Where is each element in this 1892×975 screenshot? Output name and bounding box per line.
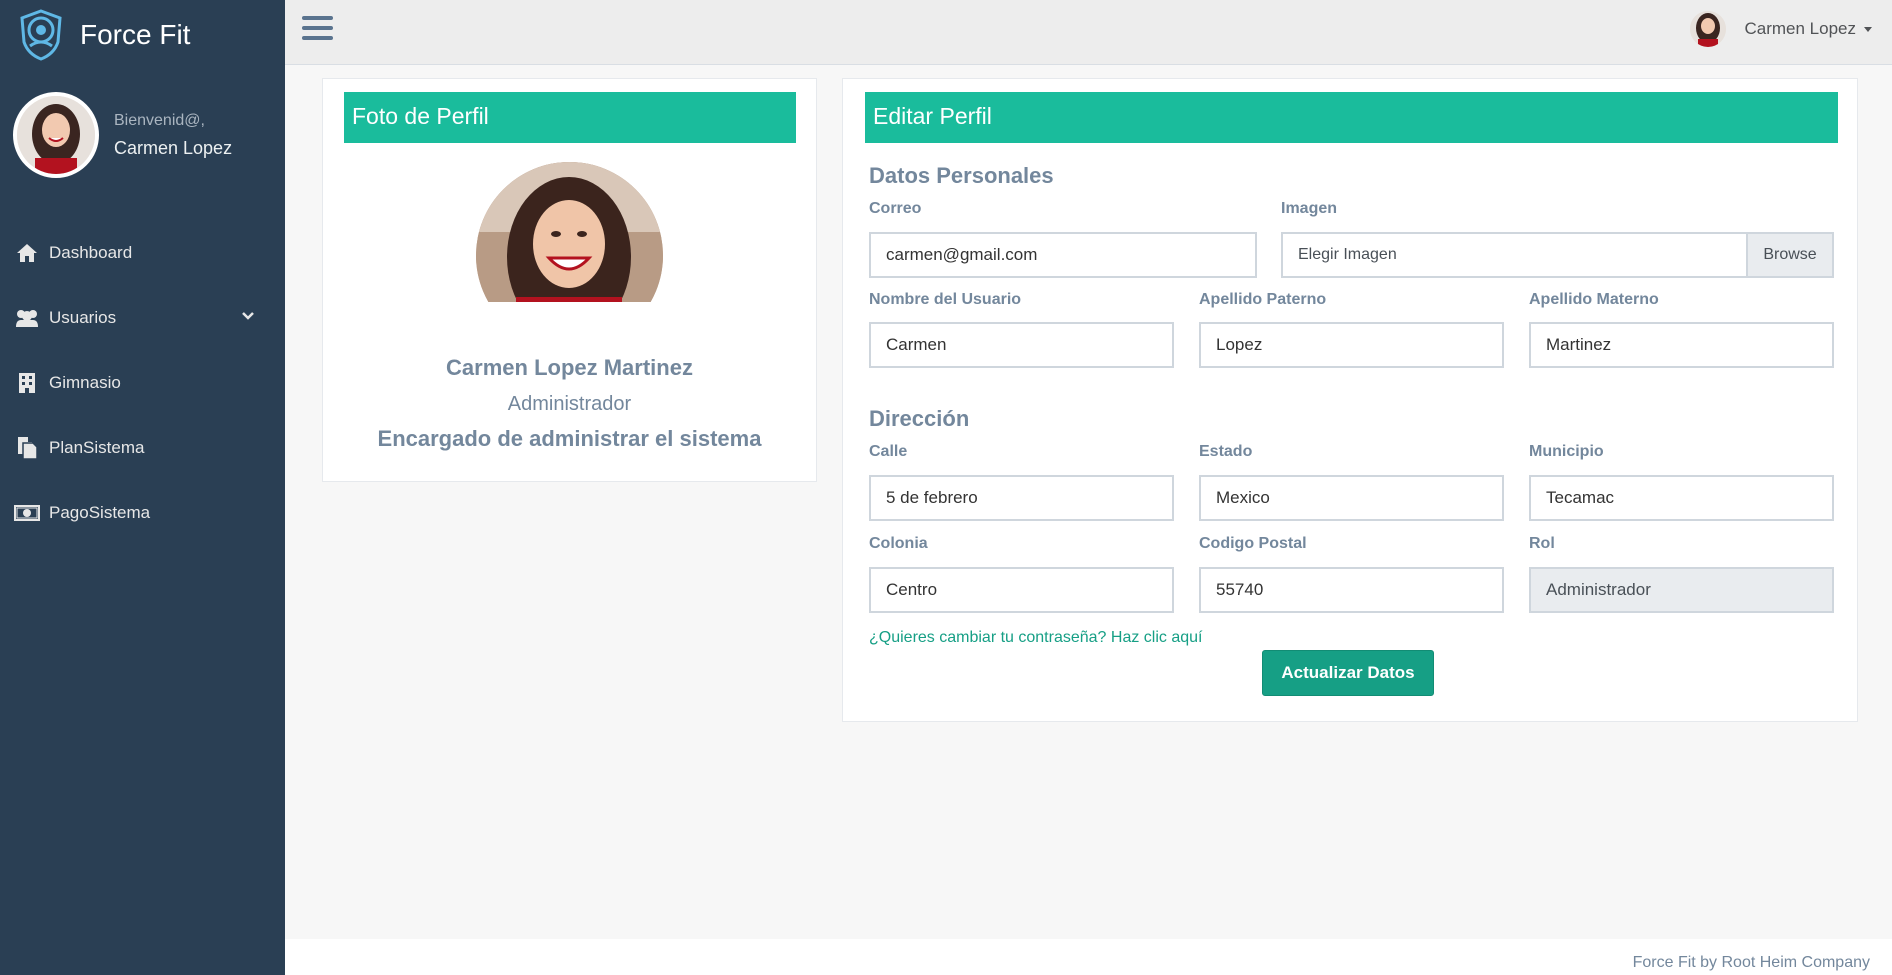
- menu-toggle-icon[interactable]: [302, 16, 333, 43]
- colonia-label: Colonia: [869, 535, 928, 552]
- sidebar-item-label: PlanSistema: [49, 437, 145, 457]
- sidebar-item-label: Usuarios: [49, 307, 117, 327]
- profile-description: Encargado de administrar el sistema: [377, 426, 762, 451]
- chevron-down-icon: [242, 312, 254, 320]
- caret-down-icon: [1864, 26, 1872, 32]
- section-address-title: Dirección: [869, 406, 970, 431]
- welcome-text: Bienvenid@,: [114, 111, 205, 129]
- correo-label: Correo: [869, 200, 922, 217]
- sidebar-item-dashboard[interactable]: Dashboard: [0, 220, 285, 285]
- estado-label: Estado: [1199, 443, 1253, 460]
- municipio-label: Municipio: [1529, 443, 1604, 460]
- money-icon: [14, 501, 40, 525]
- sidebar-item-pagosistema[interactable]: PagoSistema: [0, 480, 285, 545]
- home-icon: [14, 241, 40, 265]
- sidebar-item-usuarios[interactable]: Usuarios: [0, 285, 285, 350]
- image-file-input[interactable]: Elegir Imagen Browse: [1281, 232, 1834, 278]
- logo-icon: [20, 9, 62, 61]
- nombre-field[interactable]: Carmen: [869, 322, 1174, 368]
- sidebar-user-name: Carmen Lopez: [114, 137, 233, 158]
- app-title: Force Fit: [80, 19, 191, 50]
- municipio-field[interactable]: Tecamac: [1529, 475, 1834, 521]
- sidebar-item-label: Dashboard: [49, 242, 133, 262]
- apellido-paterno-label: Apellido Paterno: [1199, 291, 1327, 308]
- avatar: [13, 92, 99, 178]
- colonia-field[interactable]: Centro: [869, 567, 1174, 613]
- rol-field: Administrador: [1529, 567, 1834, 613]
- nombre-label: Nombre del Usuario: [869, 291, 1022, 308]
- apellido-paterno-field[interactable]: Lopez: [1199, 322, 1504, 368]
- profile-full-name: Carmen Lopez Martinez: [446, 355, 693, 380]
- avatar: [1690, 11, 1727, 47]
- profile-role: Administrador: [507, 393, 632, 415]
- apellido-materno-field[interactable]: Martinez: [1529, 322, 1834, 368]
- section-personal-title: Datos Personales: [869, 163, 1054, 188]
- edit-profile-panel: Editar Perfil Datos Personales Correo ca…: [842, 78, 1858, 722]
- profile-photo: [476, 162, 663, 302]
- user-dropdown[interactable]: Carmen Lopez: [1690, 11, 1872, 47]
- update-data-button[interactable]: Actualizar Datos: [1262, 650, 1434, 696]
- sidebar-item-label: Gimnasio: [49, 372, 121, 392]
- top-navbar: Carmen Lopez: [285, 0, 1892, 65]
- sidebar-profile: Bienvenid@, Carmen Lopez: [13, 92, 232, 178]
- brand[interactable]: Force Fit: [16, 8, 190, 62]
- sidebar-item-label: PagoSistema: [49, 502, 151, 522]
- browse-button[interactable]: Browse: [1746, 234, 1832, 276]
- image-file-placeholder: Elegir Imagen: [1298, 246, 1397, 263]
- apellido-materno-label: Apellido Materno: [1529, 291, 1659, 308]
- estado-field[interactable]: Mexico: [1199, 475, 1504, 521]
- rol-label: Rol: [1529, 535, 1555, 552]
- codigo-postal-label: Codigo Postal: [1199, 535, 1307, 552]
- profile-photo-panel: Foto de Perfil Carmen Lopez Martinez Adm…: [322, 78, 817, 482]
- files-icon: [14, 436, 40, 460]
- footer-text: Force Fit by Root Heim Company: [1632, 954, 1870, 971]
- imagen-label: Imagen: [1281, 200, 1338, 217]
- footer: Force Fit by Root Heim Company: [285, 939, 1892, 975]
- sidebar-item-gimnasio[interactable]: Gimnasio: [0, 350, 285, 415]
- codigo-postal-field[interactable]: 55740: [1199, 567, 1504, 613]
- email-field[interactable]: carmen@gmail.com: [869, 232, 1257, 278]
- sidebar: Force Fit Bienvenid@, Carmen Lopez Dashb…: [0, 0, 285, 975]
- panel-title: Foto de Perfil: [344, 92, 796, 143]
- sidebar-menu: Dashboard Usuarios Gimnasio PlanSistema: [0, 220, 285, 545]
- change-password-link[interactable]: ¿Quieres cambiar tu contraseña? Haz clic…: [869, 629, 1202, 647]
- sidebar-item-plansistema[interactable]: PlanSistema: [0, 415, 285, 480]
- topnav-user-name: Carmen Lopez: [1744, 19, 1856, 38]
- users-icon: [14, 306, 40, 330]
- building-icon: [14, 371, 40, 395]
- panel-title: Editar Perfil: [865, 92, 1838, 143]
- calle-label: Calle: [869, 443, 908, 460]
- calle-field[interactable]: 5 de febrero: [869, 475, 1174, 521]
